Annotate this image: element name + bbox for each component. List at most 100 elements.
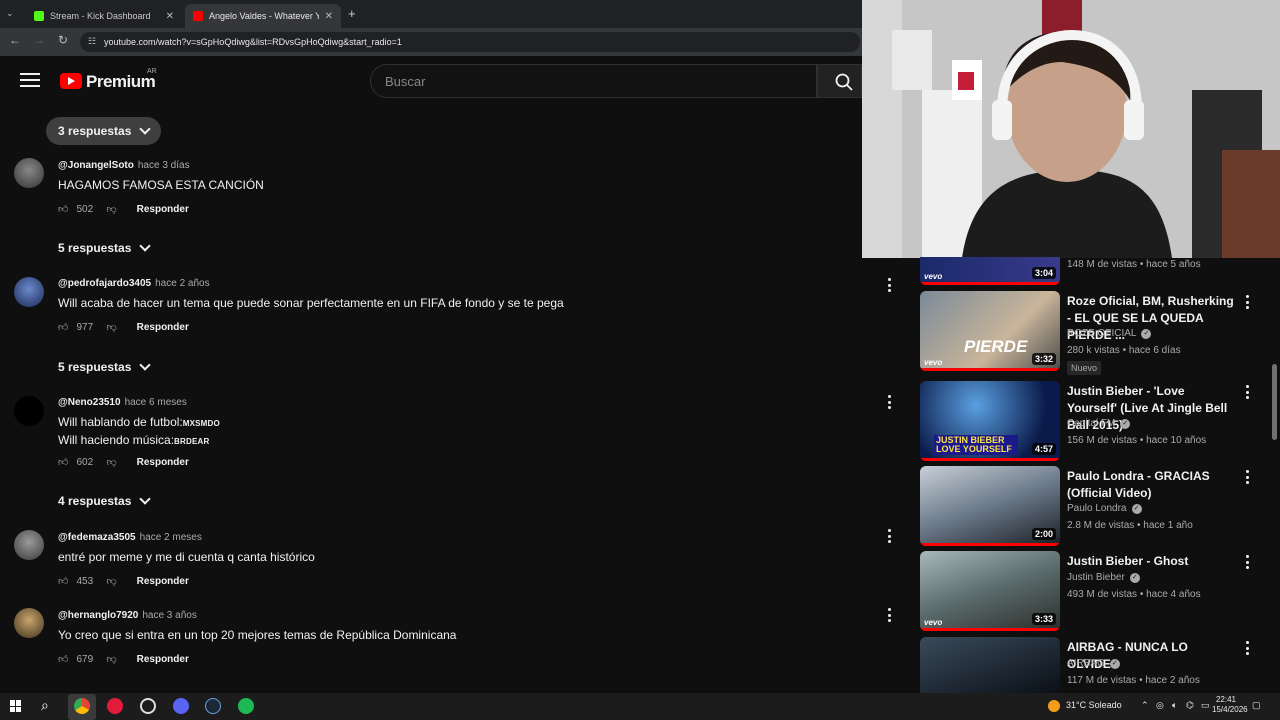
site-info-icon[interactable]: ☷ xyxy=(88,36,96,47)
youtube-logo-icon[interactable] xyxy=(60,73,82,89)
hamburger-menu-icon[interactable] xyxy=(20,73,40,89)
replies-toggle[interactable]: 5 respuestas xyxy=(58,240,152,255)
address-bar[interactable]: ☷ youtube.com/watch?v=sGpHoQdiwg&list=RD… xyxy=(80,32,860,52)
close-tab-icon[interactable]: ✕ xyxy=(166,11,174,22)
video-thumbnail[interactable]: 2:00 xyxy=(920,466,1060,546)
avatar[interactable] xyxy=(14,158,44,188)
comment-author[interactable]: @hernanglo7920 xyxy=(58,610,138,621)
comment-more-icon[interactable] xyxy=(888,529,892,543)
back-arrow-icon[interactable]: ← xyxy=(7,33,23,47)
tray-chevron-up-icon[interactable]: ⌃ xyxy=(1141,700,1149,711)
video-more-icon[interactable] xyxy=(1246,641,1250,655)
reply-button[interactable]: Responder xyxy=(137,654,189,665)
reload-icon[interactable]: ↻ xyxy=(55,33,71,47)
tab-title: Angelo Valdes - Whatever You xyxy=(209,11,319,21)
network-icon[interactable]: ⌬ xyxy=(1186,700,1194,711)
comment-time[interactable]: hace 2 meses xyxy=(140,532,202,543)
video-channel[interactable]: ROZE OFICIAL ✓ xyxy=(1067,328,1152,339)
volume-icon[interactable]: 🔈︎ xyxy=(1172,700,1177,711)
comment-author[interactable]: @pedrofajardo3405 xyxy=(58,278,151,289)
dislike-icon[interactable]: 👎︎ xyxy=(106,456,116,468)
comment-more-icon[interactable] xyxy=(888,278,892,292)
video-more-icon[interactable] xyxy=(1246,295,1250,309)
tab-list-chevron-icon[interactable]: ⌄ xyxy=(6,8,14,19)
search-input[interactable]: Buscar xyxy=(370,64,817,98)
like-count: 602 xyxy=(76,456,94,468)
comment-author[interactable]: @JonangelSoto xyxy=(58,160,134,171)
display-icon[interactable]: ▭ xyxy=(1201,700,1210,711)
comment-actions: 👍︎ 679 👎︎ Responder xyxy=(58,653,189,666)
kick-favicon-icon xyxy=(34,11,44,21)
weather-text[interactable]: 31°C Soleado xyxy=(1066,700,1122,710)
chrome-icon[interactable] xyxy=(74,698,90,714)
chevron-down-icon xyxy=(139,240,152,252)
dislike-icon[interactable]: 👎︎ xyxy=(106,203,116,215)
video-channel[interactable]: Capital FM ✓ xyxy=(1067,418,1131,429)
comment-time[interactable]: hace 2 años xyxy=(155,278,210,289)
video-title[interactable]: Justin Bieber - Ghost xyxy=(1067,553,1237,570)
windows-start-icon[interactable] xyxy=(10,700,22,712)
close-tab-icon[interactable]: ✕ xyxy=(325,11,333,22)
tab-kick-dashboard[interactable]: Stream - Kick Dashboard ✕ xyxy=(26,4,182,28)
video-more-icon[interactable] xyxy=(1246,555,1250,569)
like-icon[interactable]: 👍︎ xyxy=(58,575,68,587)
avatar[interactable] xyxy=(14,277,44,307)
video-channel[interactable]: Paulo Londra ✓ xyxy=(1067,503,1142,514)
replies-toggle[interactable]: 3 respuestas xyxy=(46,117,162,145)
reply-button[interactable]: Responder xyxy=(137,576,189,587)
steam-icon[interactable] xyxy=(205,698,221,714)
taskbar-clock[interactable]: 22:41 15/4/2026 xyxy=(1212,695,1248,715)
like-icon[interactable]: 👍︎ xyxy=(58,653,68,665)
video-thumbnail[interactable]: PIERDE vevo 3:32 xyxy=(920,291,1060,371)
premium-logo-text[interactable]: Premium xyxy=(86,72,156,92)
comment-header: @JonangelSoto hace 3 días xyxy=(58,160,190,171)
video-channel[interactable]: AIRBAG ✓ xyxy=(1067,658,1120,669)
verified-check-icon: ✓ xyxy=(1109,658,1120,669)
reply-button[interactable]: Responder xyxy=(137,457,189,468)
comment-more-icon[interactable] xyxy=(888,608,892,622)
obs-icon[interactable] xyxy=(140,698,156,714)
like-icon[interactable]: 👍︎ xyxy=(58,203,68,215)
video-thumbnail[interactable]: vevo 3:04 xyxy=(920,257,1060,285)
comment-author[interactable]: @fedemaza3505 xyxy=(58,532,136,543)
avatar[interactable] xyxy=(14,608,44,638)
search-button[interactable] xyxy=(817,64,862,98)
reply-button[interactable]: Responder xyxy=(137,204,189,215)
video-more-icon[interactable] xyxy=(1246,470,1250,484)
forward-arrow-icon[interactable]: → xyxy=(31,33,47,47)
app-icon[interactable] xyxy=(107,698,123,714)
like-icon[interactable]: 👍︎ xyxy=(58,456,68,468)
replies-toggle[interactable]: 5 respuestas xyxy=(58,359,152,374)
comment-actions: 👍︎ 502 👎︎ Responder xyxy=(58,203,189,216)
video-thumbnail[interactable]: vevo 3:33 xyxy=(920,551,1060,631)
new-tab-button[interactable]: + xyxy=(348,6,356,21)
comment-more-icon[interactable] xyxy=(888,395,892,409)
video-thumbnail[interactable] xyxy=(920,637,1060,693)
tray-app-icon[interactable]: ◎ xyxy=(1156,700,1164,711)
comment-time[interactable]: hace 3 días xyxy=(138,160,190,171)
video-thumbnail[interactable]: JUSTIN BIEBER LOVE YOURSELF 4:57 xyxy=(920,381,1060,461)
discord-icon[interactable] xyxy=(173,698,189,714)
avatar[interactable] xyxy=(14,530,44,560)
taskbar-search-icon[interactable]: ⌕ xyxy=(41,697,49,714)
dislike-icon[interactable]: 👎︎ xyxy=(106,321,116,333)
avatar[interactable] xyxy=(14,396,44,426)
video-title[interactable]: Paulo Londra - GRACIAS (Official Video) xyxy=(1067,468,1237,502)
comment-author[interactable]: @Neno23510 xyxy=(58,397,121,408)
comment-header: @Neno23510 hace 6 meses xyxy=(58,397,187,408)
tab-youtube[interactable]: Angelo Valdes - Whatever You ✕ xyxy=(185,4,341,28)
dislike-icon[interactable]: 👎︎ xyxy=(106,575,116,587)
notifications-icon[interactable]: ▢ xyxy=(1252,700,1261,711)
reply-button[interactable]: Responder xyxy=(137,322,189,333)
video-channel[interactable]: Justin Bieber ✓ xyxy=(1067,572,1140,583)
replies-toggle[interactable]: 4 respuestas xyxy=(58,493,152,508)
scrollbar-thumb[interactable] xyxy=(1272,364,1277,440)
comment-time[interactable]: hace 3 años xyxy=(142,610,197,621)
like-icon[interactable]: 👍︎ xyxy=(58,321,68,333)
search-icon xyxy=(835,73,853,91)
spotify-icon[interactable] xyxy=(238,698,254,714)
dislike-icon[interactable]: 👎︎ xyxy=(106,653,116,665)
video-more-icon[interactable] xyxy=(1246,385,1250,399)
comment-time[interactable]: hace 6 meses xyxy=(125,397,187,408)
thumbnail-text: JUSTIN BIEBER LOVE YOURSELF xyxy=(934,435,1018,455)
